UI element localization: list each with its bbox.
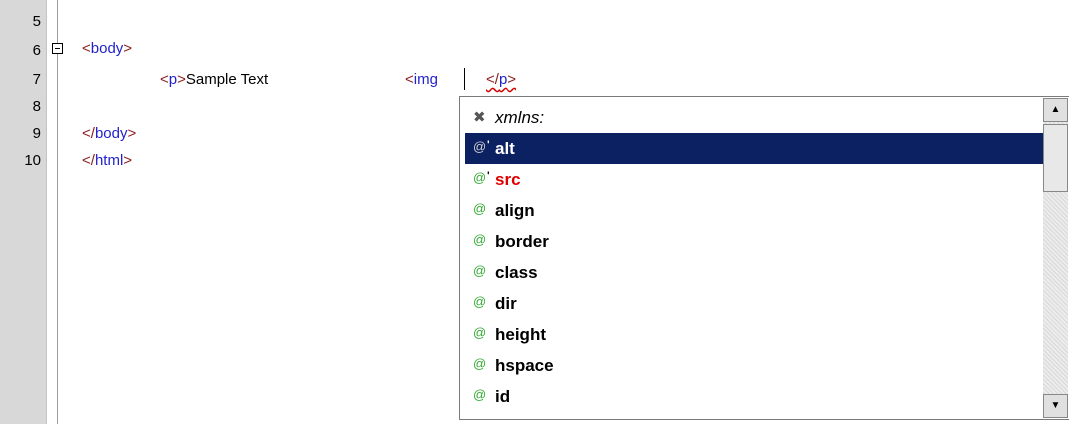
bracket: > <box>127 125 137 142</box>
completion-item-src[interactable]: @ ' src <box>465 164 1043 195</box>
tag-name: p <box>168 71 178 88</box>
line-number: 6 <box>32 42 41 59</box>
attribute-icon: @ <box>473 201 487 216</box>
item-label: class <box>495 263 538 282</box>
code-line-7-p[interactable]: <p>Sample Text <box>160 70 268 90</box>
bracket: </ <box>82 152 95 169</box>
completion-item-border[interactable]: @ border <box>465 226 1043 257</box>
completion-item-id[interactable]: @ id <box>465 381 1043 412</box>
required-mark-icon: ' <box>487 170 490 182</box>
bracket: < <box>82 40 91 57</box>
bracket: </ <box>486 71 499 88</box>
scroll-down-icon[interactable]: ▼ <box>1043 394 1068 418</box>
completion-item-xmlns[interactable]: ✖ xmlns: <box>465 102 1043 133</box>
code-line-10[interactable]: </html> <box>82 151 132 171</box>
code-line-9[interactable]: </body> <box>82 124 136 144</box>
item-label: border <box>495 232 549 251</box>
code-line-6[interactable]: <body> <box>82 39 132 59</box>
item-label: src <box>495 170 521 189</box>
completion-item-align[interactable]: @ align <box>465 195 1043 226</box>
completion-item-height[interactable]: @ height <box>465 319 1043 350</box>
required-mark-icon: ' <box>487 139 490 151</box>
completion-popup: ✖ xmlns: @ ' alt @ ' src @ align @ borde… <box>459 96 1069 420</box>
completion-item-alt[interactable]: @ ' alt <box>465 133 1043 164</box>
item-label: id <box>495 387 511 406</box>
bracket: > <box>507 71 517 88</box>
text-caret <box>464 68 465 90</box>
attribute-icon: @ <box>473 356 487 371</box>
item-label: dir <box>495 294 517 313</box>
bracket: < <box>160 71 169 88</box>
bracket: > <box>177 71 186 88</box>
item-label: alt <box>495 139 515 158</box>
code-line-7-img[interactable]: <img <box>405 70 438 90</box>
scroll-up-icon[interactable]: ▲ <box>1043 98 1068 122</box>
item-label: height <box>495 325 546 344</box>
attribute-icon: @ <box>473 294 487 309</box>
line-number: 5 <box>32 13 41 30</box>
fold-guide-line <box>57 0 58 424</box>
code-line-7-endp[interactable]: </p> <box>486 70 516 90</box>
fold-margin <box>46 0 71 424</box>
bracket: </ <box>82 125 95 142</box>
attribute-icon: @ <box>473 170 487 185</box>
vertical-scrollbar[interactable]: ▲ ▼ <box>1043 98 1068 418</box>
completion-item-dir[interactable]: @ dir <box>465 288 1043 319</box>
completion-item-hspace[interactable]: @ hspace <box>465 350 1043 381</box>
line-number-gutter: 5 6 7 8 9 10 <box>0 0 46 424</box>
line-number: 8 <box>32 98 41 115</box>
item-label: xmlns: <box>495 108 545 127</box>
bracket: > <box>123 152 133 169</box>
attribute-icon: @ <box>473 232 487 247</box>
tag-name: body <box>90 40 124 57</box>
item-label: align <box>495 201 535 220</box>
item-label: hspace <box>495 356 554 375</box>
tag-name: img <box>413 71 438 88</box>
tag-name: html <box>94 152 124 169</box>
attribute-icon: @ <box>473 263 487 278</box>
bracket: < <box>405 71 414 88</box>
bracket: > <box>123 40 133 57</box>
line-number: 7 <box>32 71 41 88</box>
completion-list: ✖ xmlns: @ ' alt @ ' src @ align @ borde… <box>465 102 1043 412</box>
namespace-icon: ✖ <box>473 109 486 126</box>
line-number: 9 <box>32 125 41 142</box>
attribute-icon: @ <box>473 387 487 402</box>
line-number: 10 <box>24 152 41 169</box>
tag-name: body <box>94 125 128 142</box>
attribute-icon: @ <box>473 139 487 154</box>
completion-item-class[interactable]: @ class <box>465 257 1043 288</box>
collapse-box-icon[interactable] <box>52 43 63 54</box>
attribute-icon: @ <box>473 325 487 340</box>
scrollbar-thumb[interactable] <box>1043 124 1068 192</box>
text-content: Sample Text <box>185 71 269 88</box>
